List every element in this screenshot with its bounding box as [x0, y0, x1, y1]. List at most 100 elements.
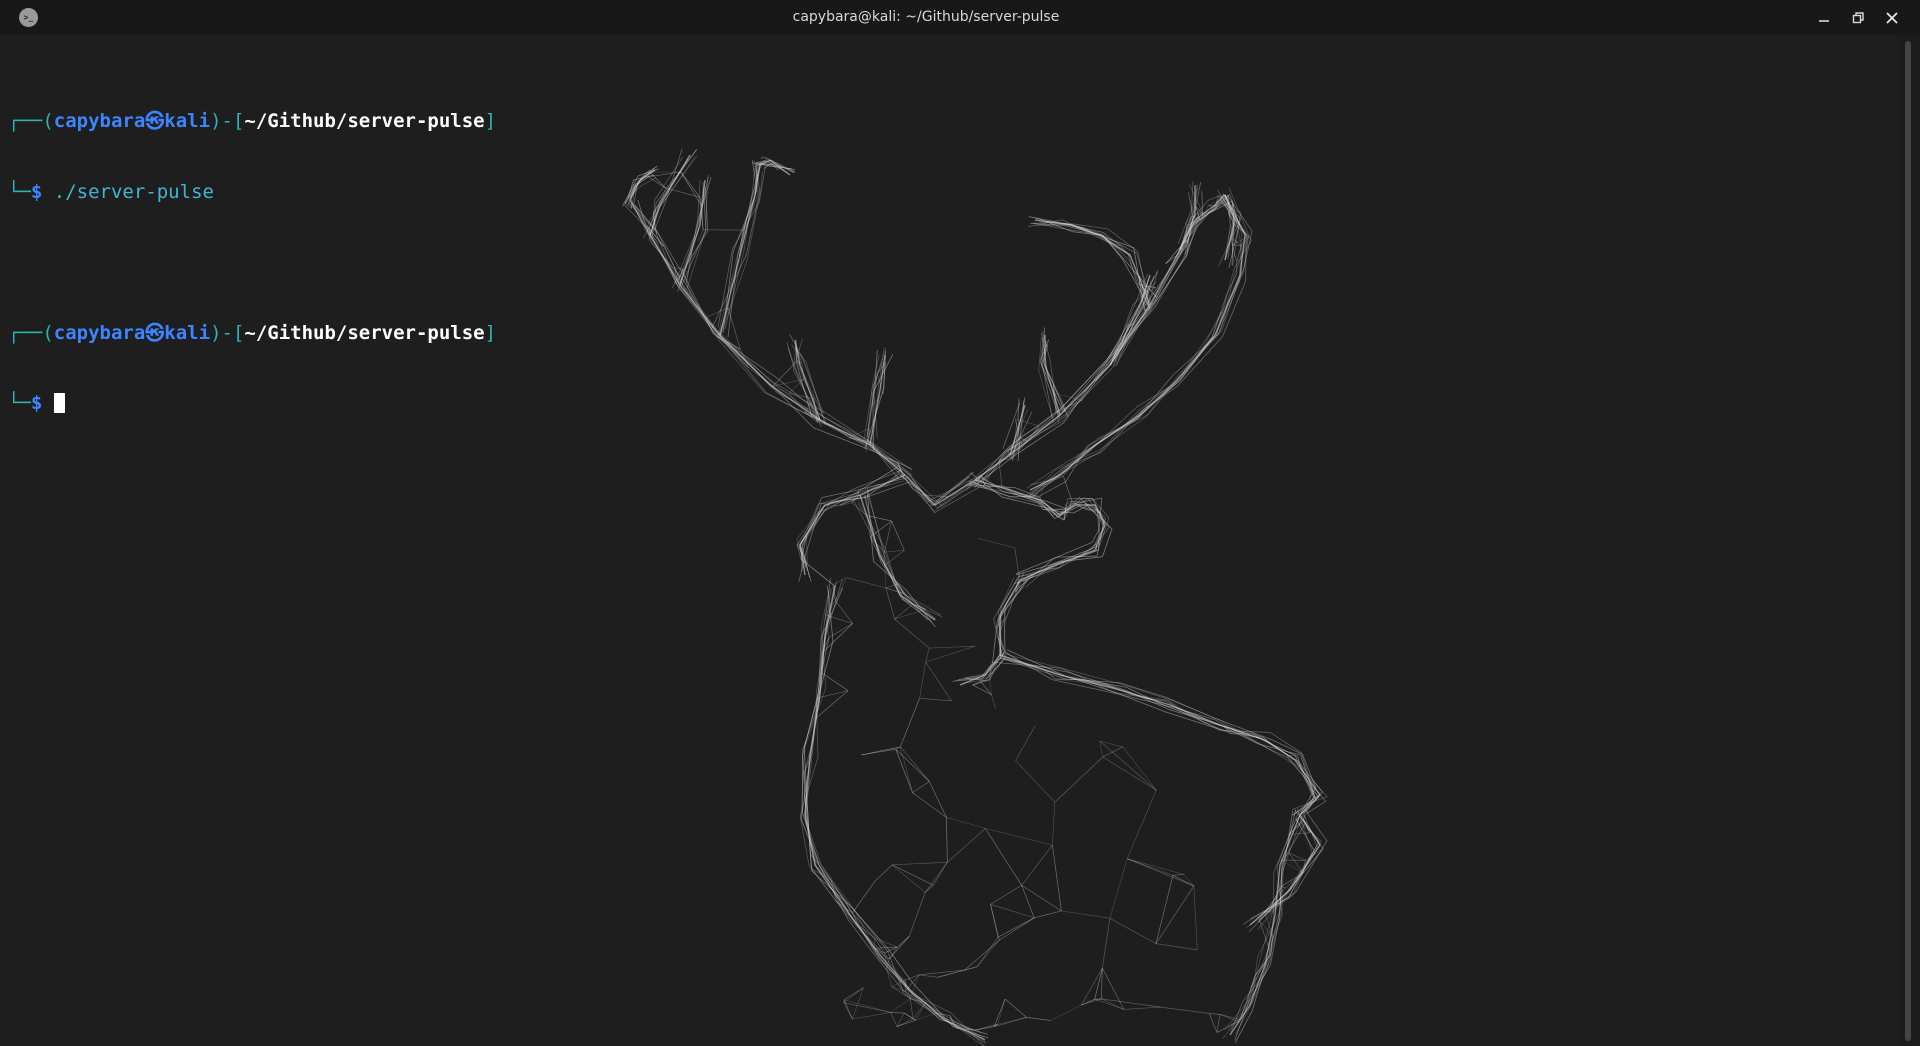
- deer-mesh-edge: [925, 661, 952, 702]
- deer-mesh-edge: [1050, 1004, 1082, 1021]
- deer-mesh-edge: [807, 563, 834, 585]
- deer-wireframe-stroke: [1035, 224, 1152, 312]
- deer-wireframe-stroke: [1039, 339, 1064, 412]
- deer-wireframe-stroke: [1222, 811, 1294, 1039]
- deer-mesh-edge: [890, 1012, 898, 1027]
- maximize-button[interactable]: [1846, 6, 1870, 30]
- deer-mesh-edge: [1155, 875, 1174, 944]
- close-button[interactable]: [1880, 6, 1904, 30]
- prompt-symbol: $: [30, 180, 43, 203]
- window-title: capybara@kali: ~/Github/server-pulse: [792, 9, 1060, 25]
- deer-mesh-edge: [925, 645, 976, 663]
- deer-mesh-edge: [1303, 775, 1320, 798]
- deer-mesh-edge: [998, 460, 1003, 486]
- deer-wireframe-stroke: [1229, 814, 1301, 1036]
- deer-mesh-edge: [1122, 746, 1157, 791]
- deer-mesh-edge: [680, 171, 700, 198]
- deer-wireframe-stroke: [864, 494, 929, 621]
- deer-mesh-edge: [748, 367, 773, 387]
- deer-mesh-edge: [843, 999, 853, 1020]
- prompt-user: capybara: [53, 321, 146, 344]
- deer-mesh-edge: [1021, 885, 1035, 918]
- deer-mesh-edge: [904, 1012, 914, 1020]
- deer-mesh-edge: [1155, 885, 1195, 944]
- deer-mesh-edge: [892, 861, 948, 866]
- vertical-scrollbar[interactable]: [1898, 35, 1920, 1046]
- terminal-area[interactable]: ┌──(capybara㉿kali)-[~/Github/server-puls…: [0, 35, 1898, 1046]
- maximize-icon: [1852, 12, 1864, 24]
- deer-mesh-edge: [1014, 547, 1020, 577]
- deer-mesh-edge: [868, 443, 885, 458]
- terminal-output[interactable]: ┌──(capybara㉿kali)-[~/Github/server-puls…: [8, 63, 496, 463]
- deer-wireframe-stroke: [1228, 813, 1304, 1030]
- deer-wireframe-stroke: [867, 493, 936, 628]
- deer-wireframe-stroke: [637, 199, 912, 470]
- title-bar[interactable]: >_ capybara@kali: ~/Github/server-pulse: [0, 0, 1920, 35]
- deer-mesh-edge: [1015, 760, 1056, 803]
- scrollbar-thumb[interactable]: [1905, 41, 1911, 1041]
- deer-mesh-edge: [928, 781, 947, 818]
- deer-mesh-edge: [772, 360, 798, 387]
- deer-mesh-edge: [884, 550, 905, 566]
- prompt-header-line: ┌──(capybara㉿kali)-[~/Github/server-puls…: [8, 322, 496, 346]
- deer-wireframe-stroke: [652, 158, 689, 235]
- deer-mesh-edge: [918, 974, 938, 978]
- deer-wireframe-stroke: [1027, 199, 1247, 498]
- deer-mesh-edge: [1021, 885, 1062, 912]
- deer-wireframe-stroke: [973, 200, 1235, 485]
- prompt-corner: └─: [8, 180, 31, 203]
- close-icon: [1886, 12, 1898, 24]
- deer-mesh-edge: [912, 792, 947, 818]
- deer-mesh-edge: [1026, 1017, 1051, 1021]
- deer-mesh-edge: [1061, 910, 1110, 919]
- deer-wireframe-stroke: [1022, 197, 1243, 499]
- deer-mesh-edge: [990, 904, 1000, 941]
- prompt-host: kali: [164, 321, 211, 344]
- deer-wireframe-stroke: [859, 494, 936, 621]
- prompt-frame: ]: [484, 321, 497, 344]
- text-cursor[interactable]: [53, 393, 65, 413]
- deer-mesh-edge: [918, 969, 965, 976]
- deer-mesh-edge: [947, 828, 986, 863]
- deer-mesh-edge: [1052, 845, 1062, 912]
- active-command-line[interactable]: └─$: [8, 392, 496, 416]
- deer-mesh-edge: [1099, 740, 1157, 791]
- deer-wireframe-stroke: [801, 477, 909, 578]
- deer-wireframe-stroke: [629, 199, 906, 476]
- deer-mesh-edge: [994, 1017, 1027, 1028]
- deer-mesh-edge: [1052, 454, 1081, 481]
- deer-mesh-edge: [1127, 858, 1194, 887]
- deer-mesh-edge: [1208, 1013, 1218, 1033]
- deer-mesh-edge: [978, 538, 1015, 549]
- deer-mesh-edge: [925, 648, 930, 663]
- deer-mesh-edge: [874, 864, 893, 882]
- deer-mesh-edge: [885, 587, 895, 620]
- deer-wireframe-stroke: [651, 149, 698, 231]
- deer-wireframe-stroke: [980, 201, 1234, 485]
- prompt-frame: )-[: [210, 110, 245, 132]
- deer-mesh-edge: [834, 577, 847, 601]
- deer-mesh-edge: [1231, 237, 1233, 245]
- deer-mesh-edge: [912, 781, 930, 794]
- deer-mesh-edge: [843, 987, 864, 1001]
- deer-mesh-edge: [976, 939, 1000, 967]
- deer-mesh-edge: [924, 862, 948, 893]
- deer-mesh-edge: [1232, 244, 1242, 246]
- prompt-corner: └─: [8, 392, 31, 414]
- deer-wireframe-stroke: [1037, 194, 1253, 498]
- prompt-frame: ┌──(: [8, 321, 54, 344]
- deer-mesh-edge: [891, 520, 905, 551]
- minimize-button[interactable]: [1812, 6, 1836, 30]
- deer-mesh-edge: [937, 489, 967, 509]
- prompt-host: kali: [164, 110, 211, 132]
- deer-wireframe-stroke: [999, 657, 1317, 816]
- deer-mesh-edge: [894, 608, 926, 620]
- prompt-frame: ]: [484, 110, 497, 132]
- prompt-frame: ┌──(: [8, 110, 54, 132]
- deer-mesh-edge: [1109, 917, 1157, 944]
- deer-mesh-edge: [843, 1002, 891, 1013]
- deer-mesh-edge: [1193, 885, 1198, 950]
- deer-mesh-edge: [919, 662, 927, 699]
- deer-mesh-edge: [852, 987, 864, 1020]
- deer-mesh-edge: [1231, 732, 1252, 735]
